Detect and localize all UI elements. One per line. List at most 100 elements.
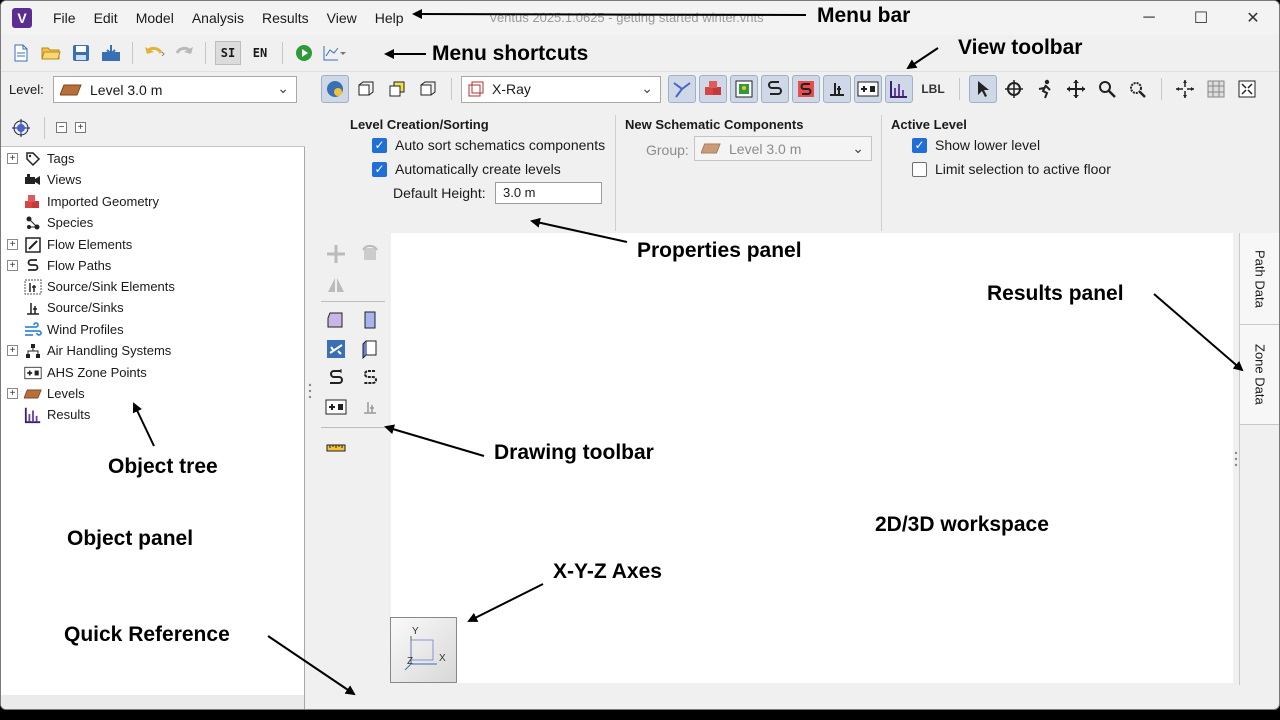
mirror-disabled-icon[interactable] (323, 272, 349, 298)
tree-item-source-sinks[interactable]: Source/Sinks (7, 297, 124, 318)
save-icon[interactable] (69, 41, 93, 65)
tree-item-wind-profiles[interactable]: Wind Profiles (7, 319, 124, 340)
rotate-disabled-icon[interactable] (357, 241, 383, 267)
view-side-icon[interactable] (383, 75, 411, 103)
flow-path-icon[interactable] (761, 75, 789, 103)
default-height-label: Default Height: (393, 185, 486, 201)
draw-duct-icon[interactable] (357, 365, 383, 391)
group-select[interactable]: Level 3.0 m ⌄ (694, 136, 872, 161)
auto-create-checkbox[interactable]: ✓ Automatically create levels (372, 161, 561, 177)
zoom-icon[interactable] (1093, 75, 1121, 103)
new-file-icon[interactable] (9, 41, 33, 65)
level-icon (701, 143, 721, 154)
draw-wall-icon[interactable] (357, 307, 383, 333)
menu-results[interactable]: Results (253, 10, 318, 26)
view-front-icon[interactable] (352, 75, 380, 103)
grid-icon[interactable] (1202, 75, 1230, 103)
tree-item-label: Flow Paths (47, 258, 112, 273)
ahs-zone-point-icon[interactable] (854, 75, 882, 103)
undo-icon[interactable] (142, 41, 166, 65)
zoom-extents-icon[interactable] (1233, 75, 1261, 103)
tree-expand-toggle[interactable]: + (7, 239, 18, 250)
unit-en-button[interactable]: EN (247, 41, 273, 65)
tree-item-ahs-zone-points[interactable]: AHS Zone Points (7, 362, 147, 383)
results-panel: Path Data Zone Data (1239, 233, 1279, 685)
minimize-button[interactable]: ─ (1123, 1, 1175, 35)
pan-icon[interactable] (1062, 75, 1090, 103)
object-browser-icon[interactable] (9, 116, 33, 140)
tree-item-species[interactable]: Species (7, 212, 93, 233)
collapse-all-button[interactable]: − (56, 122, 67, 133)
drawing-toolbar (319, 237, 387, 467)
export-icon[interactable] (99, 41, 123, 65)
view-mode-select[interactable]: X-Ray ⌄ (461, 75, 661, 103)
select-pointer-icon[interactable] (969, 75, 997, 103)
tree-item-label: Air Handling Systems (47, 343, 172, 358)
play-icon[interactable] (292, 41, 316, 65)
left-splitter-handle[interactable] (308, 383, 312, 399)
draw-door-icon[interactable] (357, 336, 383, 362)
tree-item-flow-elements[interactable]: + Flow Elements (7, 234, 132, 255)
maximize-button[interactable]: ☐ (1175, 1, 1227, 35)
tab-path-data[interactable]: Path Data (1240, 233, 1279, 325)
tree-expand-toggle[interactable]: + (7, 388, 18, 399)
tree-item-flow-paths[interactable]: + Flow Paths (7, 255, 111, 276)
rotate-icon[interactable] (1000, 75, 1028, 103)
tree-expand-toggle[interactable]: + (7, 153, 18, 164)
tree-expand-toggle[interactable]: + (7, 345, 18, 356)
tab-zone-data[interactable]: Zone Data (1240, 325, 1279, 425)
open-folder-icon[interactable] (39, 41, 63, 65)
default-height-input[interactable]: 3.0 m (495, 182, 602, 204)
axis-y-label: Y (412, 626, 419, 637)
imported-geometry-icon[interactable] (699, 75, 727, 103)
draw-source-sink-icon[interactable] (357, 394, 383, 420)
draw-opening-icon[interactable] (323, 336, 349, 362)
flow-path-icon (24, 257, 42, 275)
show-lower-level-checkbox[interactable]: ✓ Show lower level (912, 137, 1040, 153)
level-select[interactable]: Level 3.0 m ⌄ (53, 76, 297, 103)
tree-item-results[interactable]: Results (7, 404, 90, 425)
checkmark-icon: ✓ (912, 137, 927, 153)
toolbar-separator (451, 78, 452, 100)
center-icon[interactable] (1171, 75, 1199, 103)
menu-analysis[interactable]: Analysis (183, 10, 253, 26)
flow-element-icon (24, 236, 42, 254)
redo-icon[interactable] (172, 41, 196, 65)
flow-network-icon[interactable] (668, 75, 696, 103)
unit-si-button[interactable]: SI (215, 41, 241, 65)
menu-file[interactable]: File (44, 10, 85, 26)
duct-icon[interactable] (792, 75, 820, 103)
tree-expand-toggle[interactable]: + (7, 260, 18, 271)
zone-icon[interactable] (730, 75, 758, 103)
tree-item-views[interactable]: Views (7, 169, 81, 190)
view-top-icon[interactable] (414, 75, 442, 103)
right-splitter-handle[interactable] (1234, 451, 1238, 467)
chart-icon[interactable] (322, 41, 346, 65)
draw-ahs-icon[interactable] (323, 394, 349, 420)
menu-model[interactable]: Model (127, 10, 183, 26)
label-toggle-button[interactable]: LBL (916, 75, 950, 103)
tree-item-levels[interactable]: + Levels (7, 383, 85, 404)
auto-sort-label: Auto sort schematics components (395, 137, 606, 153)
menu-help[interactable]: Help (366, 10, 413, 26)
ahs-icon (24, 342, 42, 360)
results-chart-icon[interactable] (885, 75, 913, 103)
menu-view[interactable]: View (318, 10, 366, 26)
auto-sort-checkbox[interactable]: ✓ Auto sort schematics components (372, 137, 605, 153)
close-button[interactable]: ✕ (1227, 1, 1279, 35)
draw-flow-path-icon[interactable] (323, 365, 349, 391)
tree-item-air-handling-systems[interactable]: + Air Handling Systems (7, 340, 171, 361)
tree-item-imported-geometry[interactable]: Imported Geometry (7, 191, 159, 212)
tree-item-source-sink-elements[interactable]: Source/Sink Elements (7, 276, 175, 297)
source-sink-icon[interactable] (823, 75, 851, 103)
walk-icon[interactable] (1031, 75, 1059, 103)
limit-selection-checkbox[interactable]: Limit selection to active floor (912, 161, 1111, 177)
tree-item-tags[interactable]: + Tags (7, 148, 74, 169)
view-2d-icon[interactable] (321, 75, 349, 103)
move-disabled-icon[interactable] (323, 241, 349, 267)
expand-all-button[interactable]: + (75, 122, 86, 133)
menu-edit[interactable]: Edit (85, 10, 127, 26)
zoom-window-icon[interactable] (1124, 75, 1152, 103)
measure-ruler-icon[interactable] (323, 435, 349, 461)
draw-zone-icon[interactable] (323, 307, 349, 333)
